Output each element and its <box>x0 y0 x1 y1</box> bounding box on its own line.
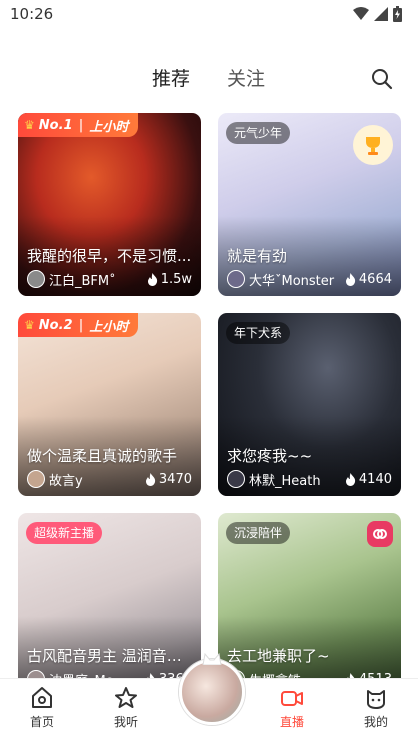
battery-icon <box>393 6 402 22</box>
signal-icon <box>374 7 388 21</box>
tab-follow[interactable]: 关注 <box>227 64 265 91</box>
live-card[interactable]: 超级新主播 古风配音男主 温润音腔... 沈墨庭_Mo 3361 <box>18 513 201 696</box>
nav-live[interactable]: 直播 <box>262 685 322 730</box>
live-card[interactable]: ♛ No.2 | 上小时 做个温柔且真诚的歌手 故言y 3470 <box>18 313 201 496</box>
crown-icon: ♛ <box>24 118 35 132</box>
card-title: 古风配音男主 温润音腔... <box>27 647 192 665</box>
card-meta: 林默_Heath 4140 <box>227 470 392 489</box>
category-tag: 沉浸陪伴 <box>226 522 291 544</box>
mascot-center-button[interactable] <box>179 653 245 725</box>
nav-mine[interactable]: 我的 <box>346 685 406 730</box>
live-card[interactable]: 年下犬系 求您疼我~~ 林默_Heath 4140 <box>218 313 401 496</box>
card-meta: 故言y 3470 <box>27 470 192 489</box>
live-card[interactable]: 沉浸陪伴 去工地兼职了~ 生椰拿铁 4513 <box>218 513 401 696</box>
flame-icon <box>345 472 356 486</box>
avatar <box>227 470 245 488</box>
heat-count: 1.5w <box>147 272 192 287</box>
avatar <box>27 470 45 488</box>
live-card[interactable]: 元气少年 就是有劲 大华ˇMonster 4664 <box>218 113 401 296</box>
host-name: 故言y <box>49 473 83 489</box>
card-title: 做个温柔且真诚的歌手 <box>27 447 178 465</box>
search-icon[interactable] <box>370 67 394 91</box>
link-badge-icon <box>367 521 393 547</box>
host-name: 林默_Heath <box>249 473 321 489</box>
card-title: 就是有劲 <box>227 247 288 265</box>
crown-icon: ♛ <box>24 318 35 332</box>
category-tag: 元气少年 <box>226 122 291 144</box>
bottom-nav: 首页 我听 直播 我的 <box>0 653 418 744</box>
card-meta: 大华ˇMonster 4664 <box>227 270 392 289</box>
live-camera-icon <box>281 691 303 706</box>
card-title: 去工地兼职了~ <box>227 647 330 665</box>
status-icons <box>353 6 402 22</box>
tab-recommend[interactable]: 推荐 <box>152 64 190 91</box>
star-icon <box>115 687 137 708</box>
heat-count: 4664 <box>345 272 392 287</box>
home-icon <box>32 687 52 708</box>
heat-count: 4140 <box>345 472 392 487</box>
nav-listen[interactable]: 我听 <box>96 685 156 730</box>
status-bar: 10:26 <box>0 0 418 30</box>
live-card[interactable]: ♛ No.1 | 上小时 我醒的很早，不是习惯... 江白_BFM˚ 1.5w <box>18 113 201 296</box>
achievement-badge <box>353 125 393 165</box>
profile-icon <box>367 690 385 709</box>
host-name: 大华ˇMonster <box>249 273 335 289</box>
card-title: 我醒的很早，不是习惯... <box>27 247 192 265</box>
flame-icon <box>145 472 156 486</box>
heat-count: 3470 <box>145 472 192 487</box>
flame-icon <box>147 272 157 286</box>
host-name: 江白_BFM˚ <box>49 273 116 289</box>
trophy-icon <box>366 137 380 155</box>
flame-icon <box>345 272 356 286</box>
category-tag: 年下犬系 <box>226 322 291 344</box>
mascot-ears-icon <box>202 653 222 665</box>
status-time: 10:26 <box>10 5 54 23</box>
rank-badge: ♛ No.2 | 上小时 <box>18 313 138 337</box>
avatar <box>227 270 245 288</box>
category-tag: 超级新主播 <box>26 522 103 544</box>
card-title: 求您疼我~~ <box>227 447 313 465</box>
avatar <box>27 270 45 288</box>
wifi-icon <box>353 7 369 20</box>
card-meta: 江白_BFM˚ 1.5w <box>27 270 192 289</box>
nav-home[interactable]: 首页 <box>12 685 72 730</box>
rank-badge: ♛ No.1 | 上小时 <box>18 113 138 137</box>
top-tabs: 推荐 关注 <box>0 62 418 94</box>
